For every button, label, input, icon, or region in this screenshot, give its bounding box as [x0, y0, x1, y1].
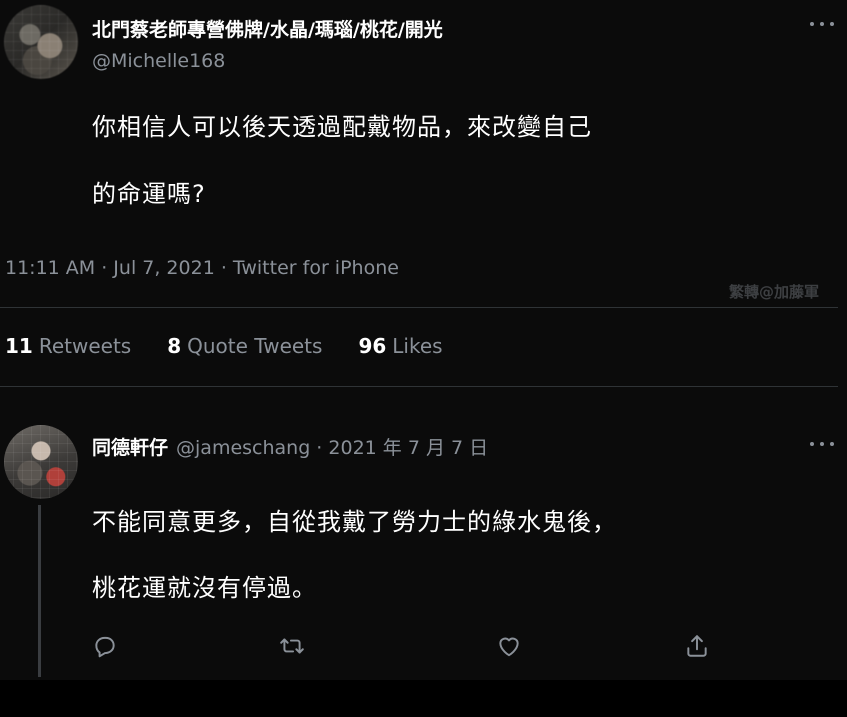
- tweet-timestamp[interactable]: 11:11 AM · Jul 7, 2021 · Twitter for iPh…: [5, 257, 399, 279]
- reply-text-line: 不能同意更多，自從我戴了勞力士的綠水鬼後，: [92, 508, 617, 536]
- share-icon[interactable]: [684, 633, 710, 659]
- likes-count: 96: [358, 334, 387, 358]
- screenshot-frame: 北門蔡老師專營佛牌/水晶/瑪瑙/桃花/開光 @Michelle168 你相信人可…: [0, 0, 847, 717]
- retweets-count: 11: [5, 334, 33, 358]
- author-handle[interactable]: @Michelle168: [92, 50, 225, 72]
- bottom-bar: [0, 680, 847, 717]
- tweet-text-line: 你相信人可以後天透過配戴物品，來改變自己: [92, 113, 592, 141]
- watermark: 繁轉@加藤軍: [729, 283, 820, 301]
- quote-tweets-stat[interactable]: 8 Quote Tweets: [167, 334, 322, 358]
- reply-text-line: 桃花運就沒有停過。: [92, 574, 317, 602]
- reply-header: 同德軒仔 @jameschang · 2021 年 7 月 7 日: [92, 433, 488, 460]
- likes-label: Likes: [392, 334, 443, 358]
- tweet-stats: 11 Retweets 8 Quote Tweets 96 Likes: [5, 334, 479, 358]
- quote-tweets-count: 8: [167, 334, 182, 358]
- author-display-name[interactable]: 北門蔡老師專營佛牌/水晶/瑪瑙/桃花/開光: [92, 15, 443, 42]
- more-icon[interactable]: [810, 437, 834, 451]
- reply-icon[interactable]: [92, 633, 118, 659]
- retweets-label: Retweets: [38, 334, 132, 358]
- retweet-icon[interactable]: [279, 633, 305, 659]
- retweets-stat[interactable]: 11 Retweets: [5, 334, 131, 358]
- divider: [0, 307, 838, 308]
- likes-stat[interactable]: 96 Likes: [358, 334, 442, 358]
- reply-display-name[interactable]: 同德軒仔: [92, 437, 168, 459]
- avatar[interactable]: [4, 5, 78, 79]
- tweet-thread: 北門蔡老師專營佛牌/水晶/瑪瑙/桃花/開光 @Michelle168 你相信人可…: [0, 0, 847, 680]
- thread-line: [38, 505, 41, 677]
- reply-avatar[interactable]: [4, 425, 78, 499]
- more-icon[interactable]: [810, 17, 834, 31]
- reply-handle-date[interactable]: @jameschang · 2021 年 7 月 7 日: [176, 437, 488, 459]
- tweet-text-line: 的命運嗎?: [92, 180, 206, 208]
- like-icon[interactable]: [496, 633, 522, 659]
- quote-tweets-label: Quote Tweets: [187, 334, 323, 358]
- divider: [0, 386, 838, 387]
